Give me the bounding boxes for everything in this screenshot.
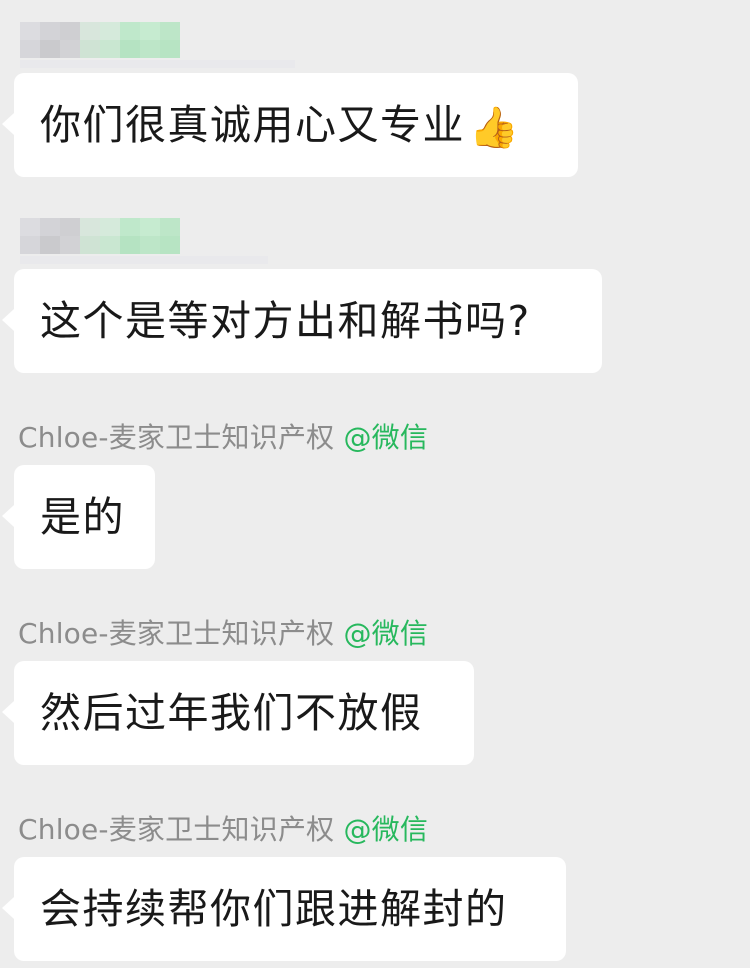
redacted-sender-name xyxy=(20,22,300,78)
message-text: 你们很真诚用心又专业 👍 xyxy=(40,101,521,151)
bubble-tail xyxy=(2,897,14,919)
message-text: 是的 xyxy=(40,493,125,541)
message-text: 会持续帮你们跟进解封的 xyxy=(40,885,508,933)
bubble-tail xyxy=(2,505,14,527)
message-bubble[interactable]: 这个是等对方出和解书吗? xyxy=(2,269,602,373)
message-bubble[interactable]: 然后过年我们不放假 xyxy=(2,661,474,765)
message-text: 然后过年我们不放假 xyxy=(40,689,423,737)
sender-name: Chloe-麦家卫士知识产权 @微信 xyxy=(18,421,429,454)
wechat-source-label: @微信 xyxy=(343,813,429,846)
message-text: 这个是等对方出和解书吗? xyxy=(40,297,531,345)
message-bubble[interactable]: 你们很真诚用心又专业 👍 xyxy=(2,73,578,177)
wechat-source-label: @微信 xyxy=(343,421,429,454)
bubble-tail xyxy=(2,113,14,135)
wechat-source-label: @微信 xyxy=(343,617,429,650)
redacted-sender-name xyxy=(20,218,300,274)
bubble-tail xyxy=(2,701,14,723)
message-bubble[interactable]: 是的 xyxy=(2,465,155,569)
message-bubble[interactable]: 会持续帮你们跟进解封的 xyxy=(2,857,566,961)
sender-name: Chloe-麦家卫士知识产权 @微信 xyxy=(18,617,429,650)
thumbs-up-icon: 👍 xyxy=(469,105,521,151)
sender-name: Chloe-麦家卫士知识产权 @微信 xyxy=(18,813,429,846)
bubble-tail xyxy=(2,309,14,331)
